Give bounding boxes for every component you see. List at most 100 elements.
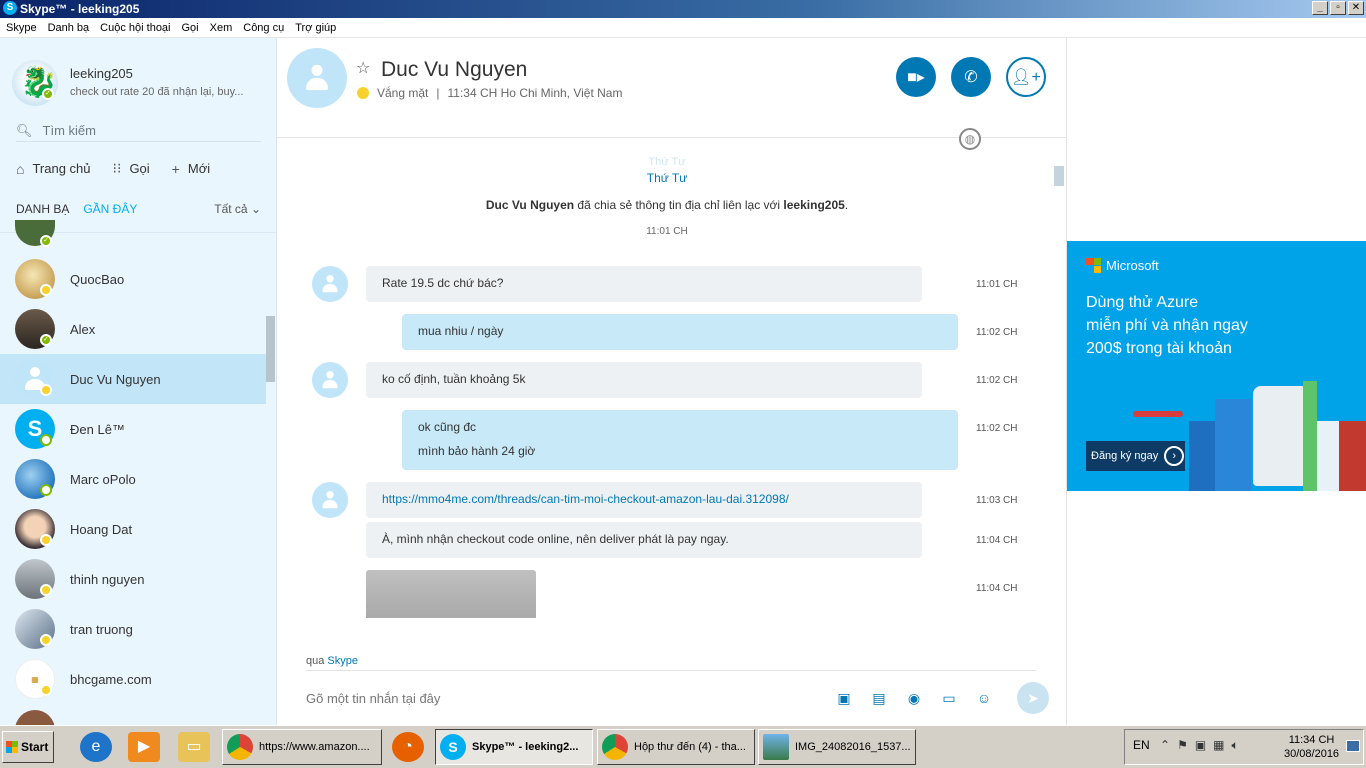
- contact-item-quocbao[interactable]: QuocBao: [0, 254, 266, 304]
- contact-avatar-partial[interactable]: [15, 710, 55, 725]
- contact-item-den-le[interactable]: S Đen Lê™: [0, 404, 266, 454]
- search-box[interactable]: 🔍︎ Tìm kiếm: [16, 120, 261, 142]
- menu-tools[interactable]: Công cụ: [243, 18, 284, 37]
- away-status-icon: [40, 584, 52, 596]
- nav-home[interactable]: ⌂ Trang chủ: [16, 160, 91, 177]
- system-target: leeking205: [783, 198, 845, 212]
- menu-view[interactable]: Xem: [210, 18, 233, 37]
- audio-call-button[interactable]: ✆: [951, 57, 991, 97]
- favorite-star-icon[interactable]: ☆: [356, 58, 370, 78]
- message-bubble[interactable]: ok cũng đc mình bảo hành 24 giờ: [402, 410, 958, 470]
- person-icon: [303, 64, 332, 93]
- maximize-button[interactable]: ▫: [1330, 1, 1346, 15]
- add-people-button[interactable]: 👤︎+: [1006, 57, 1046, 97]
- message-time: 11:04 CH: [976, 535, 1018, 546]
- message-time: 11:02 CH: [976, 423, 1018, 434]
- start-button[interactable]: Start: [2, 731, 54, 763]
- sender-avatar[interactable]: [312, 266, 348, 302]
- message-link[interactable]: https://mmo4me.com/threads/can-tim-moi-c…: [382, 492, 789, 506]
- menu-call[interactable]: Gọi: [182, 18, 199, 37]
- clock-time: 11:34 CH: [1288, 734, 1335, 746]
- away-status-icon: [40, 684, 52, 696]
- sidebar-nav: ⌂ Trang chủ ⁝⁝ Gọi + Mới: [16, 160, 210, 177]
- window-title: Skype™ - leeking205: [20, 2, 140, 16]
- arrow-right-icon: ›: [1164, 446, 1185, 466]
- action-center-flag-icon[interactable]: ⚑: [1177, 738, 1188, 753]
- firefox-icon[interactable]: ◔: [392, 732, 424, 762]
- folder-icon[interactable]: ▭: [178, 732, 210, 762]
- message-bubble[interactable]: À, mình nhận checkout code online, nên d…: [366, 522, 922, 558]
- conversation-status: Vắng mặt | 11:34 CH Ho Chi Minh, Việt Na…: [357, 86, 622, 100]
- menu-conversations[interactable]: Cuộc hội thoại: [100, 18, 170, 37]
- ad-line: 200$ trong tài khoản: [1086, 340, 1232, 357]
- taskbar-item-chrome-mail[interactable]: Hộp thư đến (4) - tha...: [597, 729, 755, 765]
- nav-call[interactable]: ⁝⁝ Gọi: [113, 160, 150, 177]
- ad-line: Dùng thử Azure: [1086, 294, 1199, 311]
- close-button[interactable]: ✕: [1348, 1, 1364, 15]
- system-text: đã chia sẻ thông tin địa chỉ liên lạc vớ…: [574, 198, 784, 212]
- profile-mood[interactable]: check out rate 20 đã nhận lại, buy...: [70, 86, 260, 98]
- globe-icon[interactable]: ◍: [959, 128, 981, 150]
- security-icon[interactable]: ▣: [1195, 738, 1206, 753]
- emoticon-icon[interactable]: ☺: [974, 688, 994, 708]
- network-icon[interactable]: ▦: [1213, 738, 1224, 753]
- contact-item-bhcgame[interactable]: ▦ bhcgame.com: [0, 654, 266, 704]
- internet-explorer-icon[interactable]: e: [80, 732, 112, 762]
- menu-contacts[interactable]: Danh bạ: [48, 18, 90, 37]
- tray-clock[interactable]: 11:34 CH 30/08/2016: [1284, 733, 1339, 761]
- video-message-icon[interactable]: ◉: [904, 688, 924, 708]
- contact-item-tran-truong[interactable]: tran truong: [0, 604, 266, 654]
- image-viewer-icon: [763, 734, 789, 760]
- message-bubble[interactable]: mua nhiu / ngày: [402, 314, 958, 350]
- tab-recent[interactable]: GẦN ĐÂY: [83, 202, 137, 216]
- taskbar-item-label: https://www.amazon....: [259, 741, 370, 753]
- contact-item-hoang-dat[interactable]: Hoang Dat: [0, 504, 266, 554]
- send-file-icon[interactable]: ▤: [869, 688, 889, 708]
- send-contact-icon[interactable]: ▭: [939, 688, 959, 708]
- minimize-button[interactable]: _: [1312, 1, 1328, 15]
- taskbar-item-chrome-amazon[interactable]: https://www.amazon....: [222, 729, 382, 765]
- via-service[interactable]: Skype: [327, 655, 358, 667]
- show-desktop-icon[interactable]: [1346, 740, 1360, 752]
- contact-item-alex[interactable]: ✓ Alex: [0, 304, 266, 354]
- search-input[interactable]: Tìm kiếm: [43, 123, 96, 138]
- volume-icon[interactable]: 🔈︎: [1232, 738, 1239, 753]
- taskbar-item-skype[interactable]: S Skype™ - leeking2...: [435, 729, 593, 765]
- profile-name[interactable]: leeking205: [70, 66, 133, 81]
- local-time: 11:34 CH Ho Chi Minh, Việt Nam: [447, 86, 623, 100]
- contact-item-thinh-nguyen[interactable]: thinh nguyen: [0, 554, 266, 604]
- status-text: Vắng mặt: [377, 86, 429, 100]
- robot-illustration: [1253, 386, 1309, 486]
- tab-contacts[interactable]: DANH BẠ: [16, 202, 69, 216]
- via-prefix: qua: [306, 655, 328, 667]
- sidebar-scrollbar[interactable]: [266, 316, 275, 382]
- menu-skype[interactable]: Skype: [6, 18, 37, 37]
- system-timestamp: 11:01 CH: [646, 226, 688, 237]
- send-image-icon[interactable]: ▣: [834, 688, 854, 708]
- send-button[interactable]: ➤: [1017, 682, 1049, 714]
- image-message[interactable]: [366, 570, 536, 618]
- contact-item-duc-vu-nguyen[interactable]: Duc Vu Nguyen: [0, 354, 266, 404]
- ad-cta-button[interactable]: Đăng ký ngay ›: [1086, 441, 1185, 471]
- filter-dropdown[interactable]: Tất cả ⌄: [214, 202, 261, 216]
- taskbar-item-image-viewer[interactable]: IMG_24082016_1537...: [758, 729, 916, 765]
- media-player-icon[interactable]: ▶: [128, 732, 160, 762]
- menu-help[interactable]: Trợ giúp: [295, 18, 336, 37]
- message-list: Thứ Tư Thứ Tư Duc Vu Nguyen đã chia sẻ t…: [277, 148, 1066, 618]
- video-call-button[interactable]: ■▸: [896, 57, 936, 97]
- message-text: ok cũng đc: [418, 420, 477, 434]
- sender-avatar[interactable]: [312, 362, 348, 398]
- contact-item-marc-opolo[interactable]: Marc oPolo: [0, 454, 266, 504]
- sender-avatar[interactable]: [312, 482, 348, 518]
- nav-new[interactable]: + Mới: [172, 160, 210, 177]
- expand-tray-icon[interactable]: ⌃: [1160, 738, 1170, 753]
- language-indicator[interactable]: EN: [1133, 738, 1150, 752]
- conversation-avatar[interactable]: [287, 48, 347, 108]
- message-input[interactable]: Gõ một tin nhắn tại đây: [306, 691, 440, 706]
- message-bubble[interactable]: ko cố định, tuần khoảng 5k: [366, 362, 922, 398]
- conversation-title[interactable]: Duc Vu Nguyen: [381, 58, 527, 82]
- chat-scrollbar[interactable]: [1054, 166, 1064, 186]
- ad-banner[interactable]: Microsoft Dùng thử Azure miễn phí và nhậ…: [1067, 241, 1366, 491]
- nav-new-label: Mới: [187, 161, 211, 176]
- message-bubble[interactable]: Rate 19.5 dc chứ bác?: [366, 266, 922, 302]
